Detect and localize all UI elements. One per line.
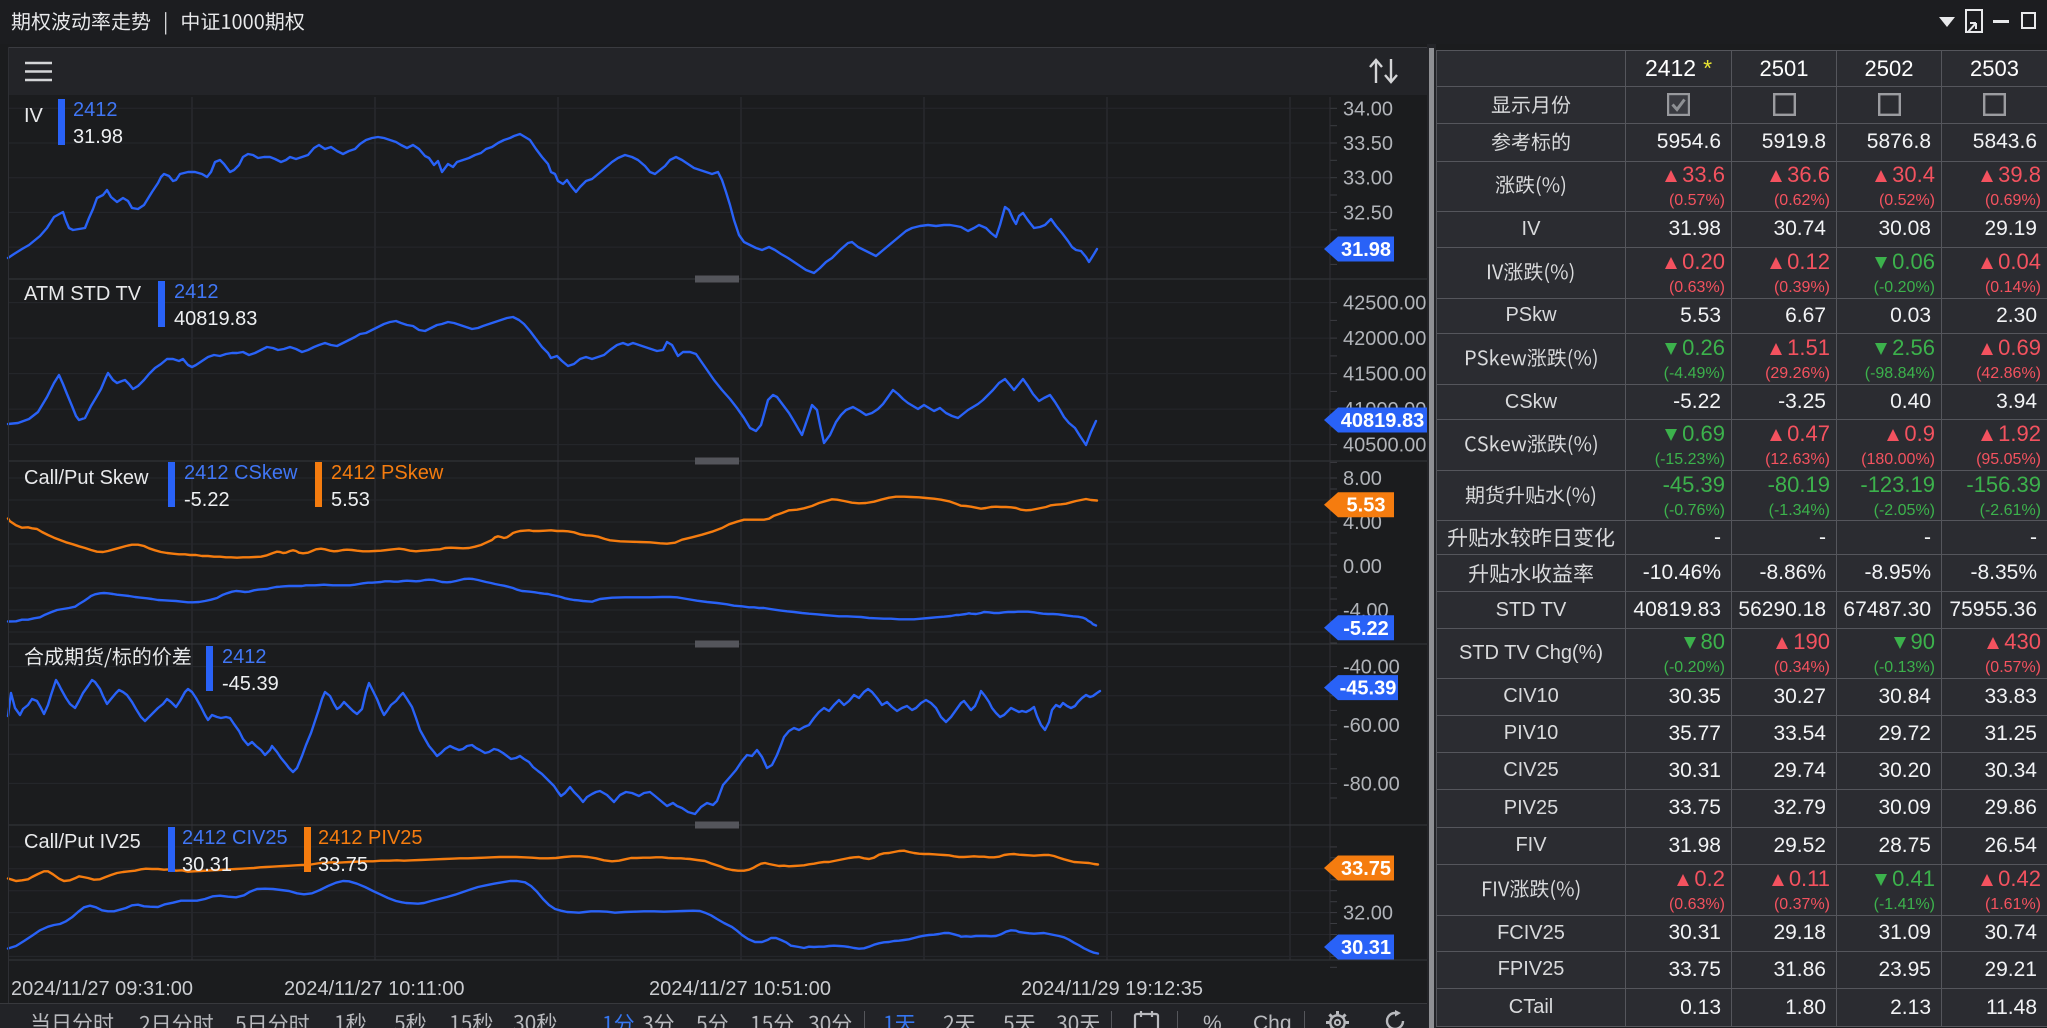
svg-text:33.50: 33.50	[1343, 133, 1393, 155]
svg-text:8.00: 8.00	[1343, 468, 1382, 490]
svg-text:2024/11/27 09:31:00: 2024/11/27 09:31:00	[11, 978, 193, 1000]
svg-text:5.53: 5.53	[1347, 495, 1386, 517]
svg-text:2024/11/29 19:12:35: 2024/11/29 19:12:35	[1021, 978, 1203, 1000]
svg-text:-80.00: -80.00	[1343, 773, 1400, 795]
svg-text:IV: IV	[24, 105, 44, 127]
svg-text:30.31: 30.31	[182, 854, 232, 876]
svg-text:30.31: 30.31	[1341, 937, 1391, 959]
svg-text:2024/11/27 10:51:00: 2024/11/27 10:51:00	[649, 978, 831, 1000]
svg-text:42500.00: 42500.00	[1343, 293, 1426, 315]
svg-text:33.75: 33.75	[1341, 858, 1391, 880]
svg-text:32.50: 32.50	[1343, 202, 1393, 224]
svg-text:31.98: 31.98	[73, 126, 123, 148]
svg-text:2412: 2412	[73, 99, 118, 121]
svg-text:2024/11/27 10:11:00: 2024/11/27 10:11:00	[284, 978, 465, 1000]
svg-text:-45.39: -45.39	[1340, 678, 1397, 700]
svg-text:2412 CIV25: 2412 CIV25	[182, 827, 288, 849]
svg-text:Call/Put IV25: Call/Put IV25	[24, 831, 141, 853]
svg-text:41500.00: 41500.00	[1343, 364, 1426, 386]
svg-text:0.00: 0.00	[1343, 556, 1382, 578]
svg-text:2412 CSkew: 2412 CSkew	[184, 462, 298, 484]
svg-text:2412 PIV25: 2412 PIV25	[318, 827, 423, 849]
svg-text:32.00: 32.00	[1343, 903, 1393, 925]
svg-text:40819.83: 40819.83	[1341, 410, 1424, 432]
svg-text:-5.22: -5.22	[184, 489, 230, 511]
svg-text:Call/Put Skew: Call/Put Skew	[24, 467, 149, 489]
svg-text:33.00: 33.00	[1343, 168, 1393, 190]
svg-text:-60.00: -60.00	[1343, 715, 1400, 737]
svg-text:2412: 2412	[222, 646, 267, 668]
svg-text:-5.22: -5.22	[1343, 618, 1389, 640]
svg-text:5.53: 5.53	[331, 489, 370, 511]
svg-text:-45.39: -45.39	[222, 673, 279, 695]
svg-text:31.98: 31.98	[1341, 239, 1391, 261]
svg-text:42000.00: 42000.00	[1343, 328, 1426, 350]
svg-text:40819.83: 40819.83	[174, 308, 257, 330]
svg-text:40500.00: 40500.00	[1343, 435, 1426, 457]
svg-text:33.75: 33.75	[318, 854, 368, 876]
svg-text:ATM STD TV: ATM STD TV	[24, 283, 142, 305]
svg-text:2412 PSkew: 2412 PSkew	[331, 462, 444, 484]
svg-text:2412: 2412	[174, 281, 219, 303]
svg-text:34.00: 34.00	[1343, 98, 1393, 120]
